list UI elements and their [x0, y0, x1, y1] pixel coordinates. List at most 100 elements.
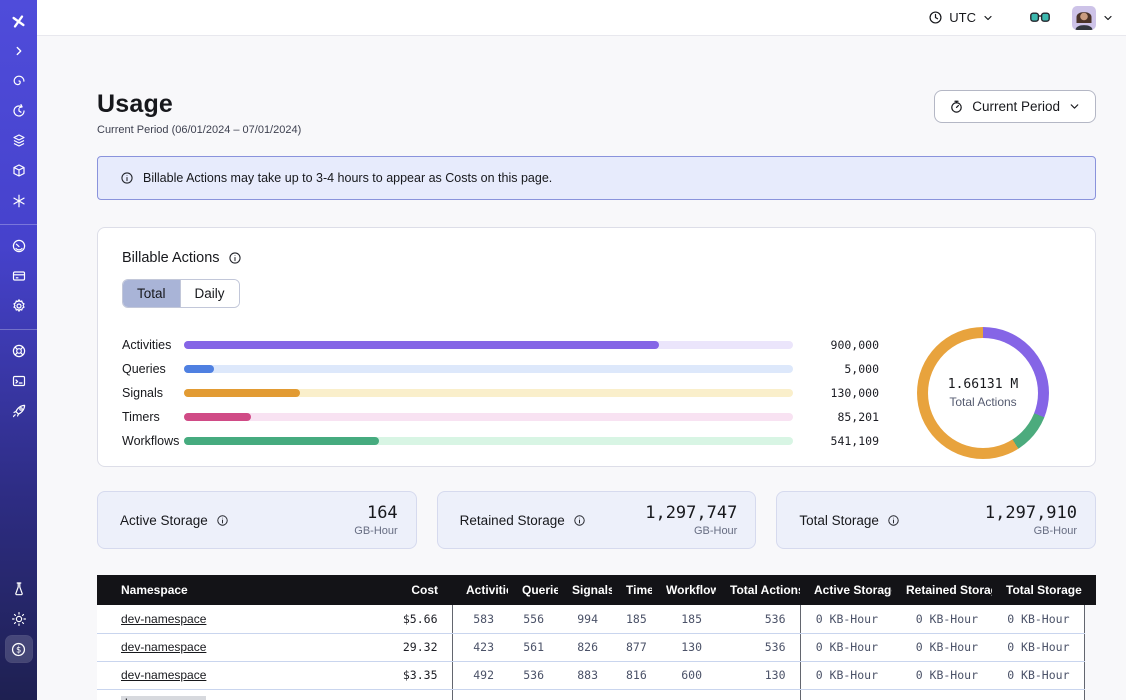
billable-actions-title: Billable Actions: [122, 250, 220, 266]
cost-cell: $5.66: [352, 605, 452, 633]
bar-value: 85,201: [807, 410, 879, 424]
retained-storage-cell: 0 KB-Hour: [892, 661, 992, 689]
bar-row-activities: Activities 900,000: [122, 338, 879, 353]
active-storage-cell: 0 KB-Hour: [800, 633, 892, 661]
column-header-queries: Queries: [508, 575, 558, 605]
deployments-icon[interactable]: [6, 158, 32, 184]
clock-icon: [928, 10, 943, 25]
active-storage-card: Active Storage 164 GB-Hour: [97, 491, 417, 549]
bar-track: [184, 413, 793, 421]
banner-text: Billable Actions may take up to 3-4 hour…: [143, 171, 552, 185]
bar-row-queries: Queries 5,000: [122, 362, 879, 377]
namespace-link[interactable]: dev-namespace: [121, 612, 206, 626]
activities-cell: 583: [452, 605, 508, 633]
workflows-cell: 130: [652, 633, 716, 661]
table-row: dev-namespace 29.32 423 561 826 877 130 …: [97, 633, 1096, 661]
retained-storage-cell: 0 KB-Hour: [892, 605, 992, 633]
user-avatar[interactable]: [1072, 6, 1096, 30]
usage-page: Usage Current Period (06/01/2024 – 07/01…: [37, 36, 1126, 700]
storage-card-label: Total Storage: [799, 513, 879, 528]
signals-cell: 883: [558, 661, 612, 689]
table-row: dev-namespace $5.66 583 556 994 185 185 …: [97, 605, 1096, 633]
bar-value: 5,000: [807, 362, 879, 376]
timezone-label: UTC: [949, 10, 976, 25]
namespace-link[interactable]: dev-namespace: [121, 640, 206, 654]
chevron-down-icon[interactable]: [1102, 12, 1114, 24]
billable-bar-chart: Activities 900,000 Queries 5,000 Signals…: [122, 338, 879, 449]
storage-value: 164: [354, 504, 397, 523]
bar-label: Queries: [122, 362, 184, 376]
bar-fill: [184, 365, 214, 373]
bar-track: [184, 389, 793, 397]
total-actions-cell: 130: [716, 661, 800, 689]
topbar: UTC: [37, 0, 1126, 36]
theme-sun-icon[interactable]: [6, 606, 32, 632]
queries-cell: 536: [508, 661, 558, 689]
namespace-link[interactable]: dev-namespace: [121, 668, 206, 682]
retained-storage-cell: 0 KB-Hour: [892, 633, 992, 661]
info-icon[interactable]: [228, 251, 242, 265]
period-dropdown-button[interactable]: Current Period: [934, 90, 1096, 123]
signals-cell: 826: [558, 633, 612, 661]
sidebar: $: [0, 0, 37, 700]
storage-unit: GB-Hour: [354, 525, 397, 537]
bar-track: [184, 365, 793, 373]
total-actions-cell: 536: [716, 633, 800, 661]
timers-cell: 816: [612, 661, 652, 689]
storage-unit: GB-Hour: [645, 525, 737, 537]
queries-cell: 556: [508, 605, 558, 633]
active-storage-cell: 0 KB-Hour: [800, 605, 892, 633]
info-icon[interactable]: [573, 514, 586, 527]
chevron-down-icon: [982, 12, 994, 24]
namespaces-icon[interactable]: [6, 128, 32, 154]
total-storage-cell: 0 KB-Hour: [992, 633, 1084, 661]
bar-fill: [184, 389, 300, 397]
total-storage-cell: 0 KB-Hour: [992, 605, 1084, 633]
sidebar-divider: [0, 224, 37, 225]
total-actions-donut: 1.66131 M Total Actions: [917, 327, 1049, 459]
info-icon[interactable]: [216, 514, 229, 527]
table-row: dev-namespace $3.35 492 536 883 816 600 …: [97, 661, 1096, 689]
expand-chevron-icon[interactable]: [6, 38, 32, 64]
support-icon[interactable]: [6, 338, 32, 364]
namespace-usage-table: Namespace Cost Activities Queries Signal…: [97, 575, 1096, 700]
bar-label: Workflows: [122, 434, 184, 448]
usage-icon[interactable]: [6, 233, 32, 259]
tab-daily[interactable]: Daily: [180, 280, 239, 307]
bar-track: [184, 437, 793, 445]
column-header-cost: Cost: [352, 575, 452, 605]
bar-value: 900,000: [807, 338, 879, 352]
bar-row-workflows: Workflows 541,109: [122, 434, 879, 449]
bar-label: Signals: [122, 386, 184, 400]
timezone-selector[interactable]: UTC: [920, 6, 1002, 29]
glasses-icon[interactable]: [1028, 9, 1052, 26]
bar-value: 130,000: [807, 386, 879, 400]
namespace-link[interactable]: dev-namespace: [121, 696, 206, 700]
info-icon: [120, 171, 134, 185]
svg-text:$: $: [16, 645, 21, 655]
column-header-total-actions: Total Actions: [716, 575, 800, 605]
page-title: Usage: [97, 90, 301, 118]
info-icon[interactable]: [887, 514, 900, 527]
getting-started-rocket-icon[interactable]: [6, 398, 32, 424]
column-header-signals: Signals: [558, 575, 612, 605]
nexus-icon[interactable]: [6, 188, 32, 214]
bar-fill: [184, 437, 379, 445]
total-storage-cell: 0 KB-Hour: [992, 661, 1084, 689]
settings-gear-icon[interactable]: [6, 293, 32, 319]
workflows-icon[interactable]: [6, 68, 32, 94]
console-icon[interactable]: [6, 368, 32, 394]
table-header-row: Namespace Cost Activities Queries Signal…: [97, 575, 1096, 605]
schedules-icon[interactable]: [6, 98, 32, 124]
column-header-retained-storage: Retained Storage: [892, 575, 992, 605]
credits-coin-icon[interactable]: $: [6, 636, 32, 662]
billing-icon[interactable]: [6, 263, 32, 289]
column-header-timers: Timers: [612, 575, 652, 605]
labs-flask-icon[interactable]: [6, 576, 32, 602]
bar-value: 541,109: [807, 434, 879, 448]
tab-total[interactable]: Total: [123, 280, 180, 307]
temporal-logo-icon[interactable]: [6, 8, 32, 34]
storage-value: 1,297,910: [985, 504, 1077, 523]
cost-cell: 29.32: [352, 633, 452, 661]
total-storage-card: Total Storage 1,297,910 GB-Hour: [776, 491, 1096, 549]
